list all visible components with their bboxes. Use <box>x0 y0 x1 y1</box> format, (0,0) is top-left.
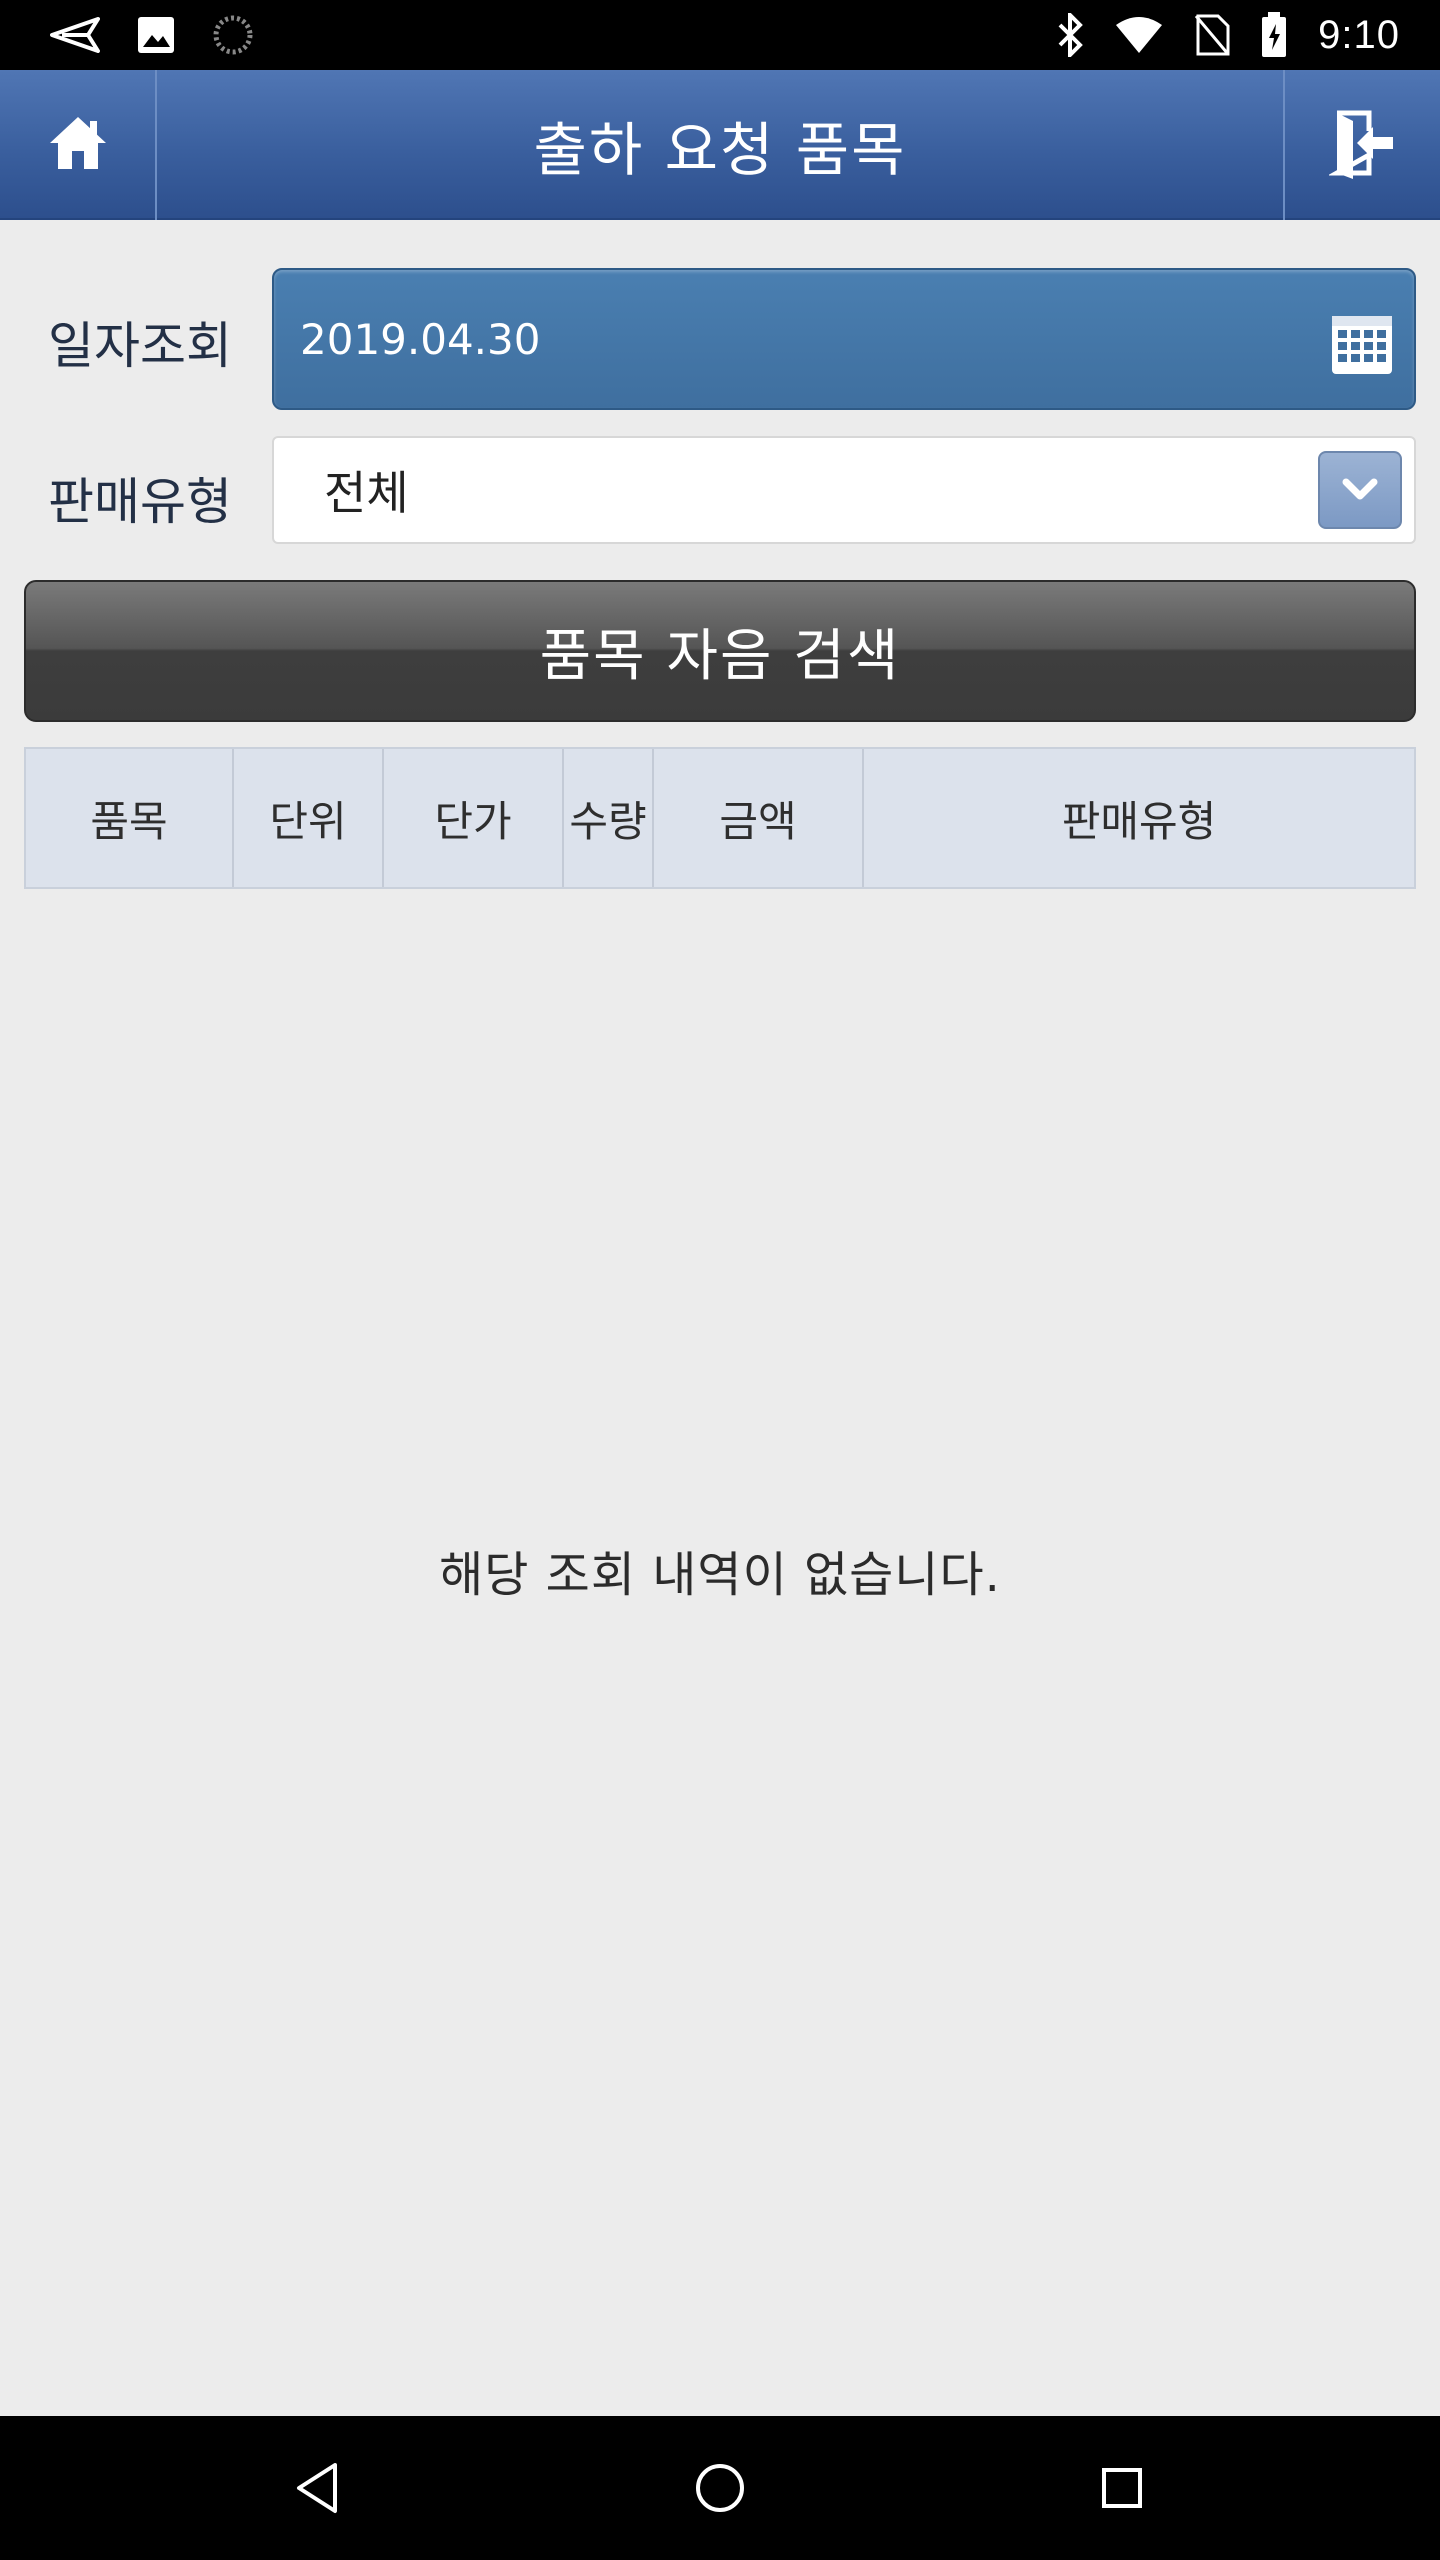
page-title: 출하 요청 품목 <box>533 116 907 184</box>
empty-result-message: 해당 조회 내역이 없습니다. <box>439 1547 1001 1603</box>
column-header-unit: 단위 <box>234 749 384 887</box>
logout-icon <box>1326 107 1397 183</box>
back-icon[interactable] <box>286 2456 350 2520</box>
status-left <box>50 14 254 56</box>
calendar-icon[interactable] <box>1330 312 1394 376</box>
image-icon <box>136 15 176 55</box>
recents-icon[interactable] <box>1090 2456 1154 2520</box>
navigation-bar <box>0 2416 1440 2560</box>
no-sim-icon <box>1194 14 1230 56</box>
status-right: 9:10 <box>1056 12 1400 58</box>
status-time: 9:10 <box>1318 12 1400 57</box>
date-value: 2019.04.30 <box>300 314 541 364</box>
loading-icon <box>212 14 254 56</box>
table-header: 품목 단위 단가 수량 금액 판매유형 <box>24 747 1416 889</box>
column-header-amount: 금액 <box>654 749 864 887</box>
column-header-sales-type: 판매유형 <box>1061 796 1217 846</box>
sales-type-label: 판매유형 <box>48 473 232 531</box>
wifi-icon <box>1114 15 1164 55</box>
column-header-item: 품목 <box>26 749 234 887</box>
sales-type-value: 전체 <box>324 466 409 520</box>
bluetooth-icon <box>1056 13 1084 57</box>
chevron-down-icon[interactable] <box>1318 451 1402 529</box>
home-button[interactable] <box>0 70 157 220</box>
column-header-quantity: 수량 <box>564 749 654 887</box>
app-header: 출하 요청 품목 <box>0 70 1440 220</box>
home-nav-icon[interactable] <box>688 2456 752 2520</box>
home-icon <box>46 111 110 179</box>
item-initial-search-button[interactable]: 품목 자음 검색 <box>24 580 1416 722</box>
sales-type-select[interactable]: 전체 <box>272 436 1416 544</box>
status-bar: 9:10 <box>0 0 1440 70</box>
logout-button[interactable] <box>1283 70 1440 220</box>
send-icon <box>50 17 100 53</box>
battery-icon <box>1260 12 1288 58</box>
column-header-unit-price: 단가 <box>384 749 564 887</box>
date-field[interactable]: 2019.04.30 <box>272 268 1416 410</box>
date-label: 일자조회 <box>48 317 232 375</box>
